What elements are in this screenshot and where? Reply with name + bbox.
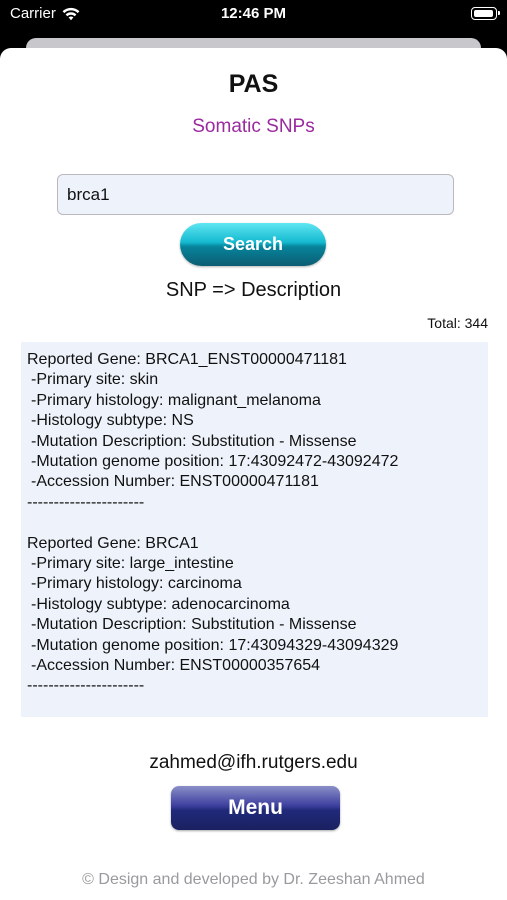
status-bar: Carrier 12:46 PM	[0, 0, 507, 30]
status-time: 12:46 PM	[220, 5, 287, 22]
results-heading: SNP => Description	[165, 279, 342, 301]
record-separator: ----------------------	[27, 493, 145, 511]
record-gene: Reported Gene: BRCA1	[27, 534, 199, 552]
results-list[interactable]: Reported Gene: BRCA1_ENST00000471181 -Pr…	[21, 342, 488, 717]
record-histology-subtype: -Histology subtype: NS	[31, 412, 194, 430]
search-button[interactable]: Search	[180, 223, 326, 266]
record-separator: ----------------------	[27, 677, 145, 695]
record-genome-position: -Mutation genome position: 17:43094329-4…	[31, 636, 399, 654]
result-record: Reported Gene: BRCA1_ENST00000471181 -Pr…	[27, 350, 488, 513]
record-genome-position: -Mutation genome position: 17:43092472-4…	[31, 453, 399, 471]
footer-credit: © Design and developed by Dr. Zeeshan Ah…	[82, 871, 425, 888]
main-sheet: PAS Somatic SNPs Search SNP => Descripti…	[0, 48, 507, 900]
record-primary-site: -Primary site: skin	[31, 371, 159, 389]
record-mutation-description: -Mutation Description: Substitution - Mi…	[31, 616, 357, 634]
record-mutation-description: -Mutation Description: Substitution - Mi…	[31, 432, 357, 450]
page-subtitle: Somatic SNPs	[192, 116, 315, 137]
menu-button[interactable]: Menu	[171, 786, 340, 830]
record-primary-histology: -Primary histology: malignant_melanoma	[31, 391, 321, 409]
contact-email: zahmed@ifh.rutgers.edu	[149, 752, 358, 773]
battery-icon	[471, 7, 500, 20]
record-gene: Reported Gene: BRCA1_ENST00000471181	[27, 351, 347, 368]
total-count: Total: 344	[427, 315, 488, 331]
record-primary-site: -Primary site: large_intestine	[31, 555, 234, 573]
page-title: PAS	[228, 70, 279, 98]
record-primary-histology: -Primary histology: carcinoma	[31, 575, 242, 593]
result-record: Reported Gene: BRCA1 -Primary site: larg…	[27, 534, 488, 697]
record-accession-number: -Accession Number: ENST00000357654	[31, 657, 321, 675]
record-histology-subtype: -Histology subtype: adenocarcinoma	[31, 595, 290, 613]
search-input[interactable]	[57, 174, 454, 215]
record-accession-number: -Accession Number: ENST00000471181	[31, 473, 319, 491]
